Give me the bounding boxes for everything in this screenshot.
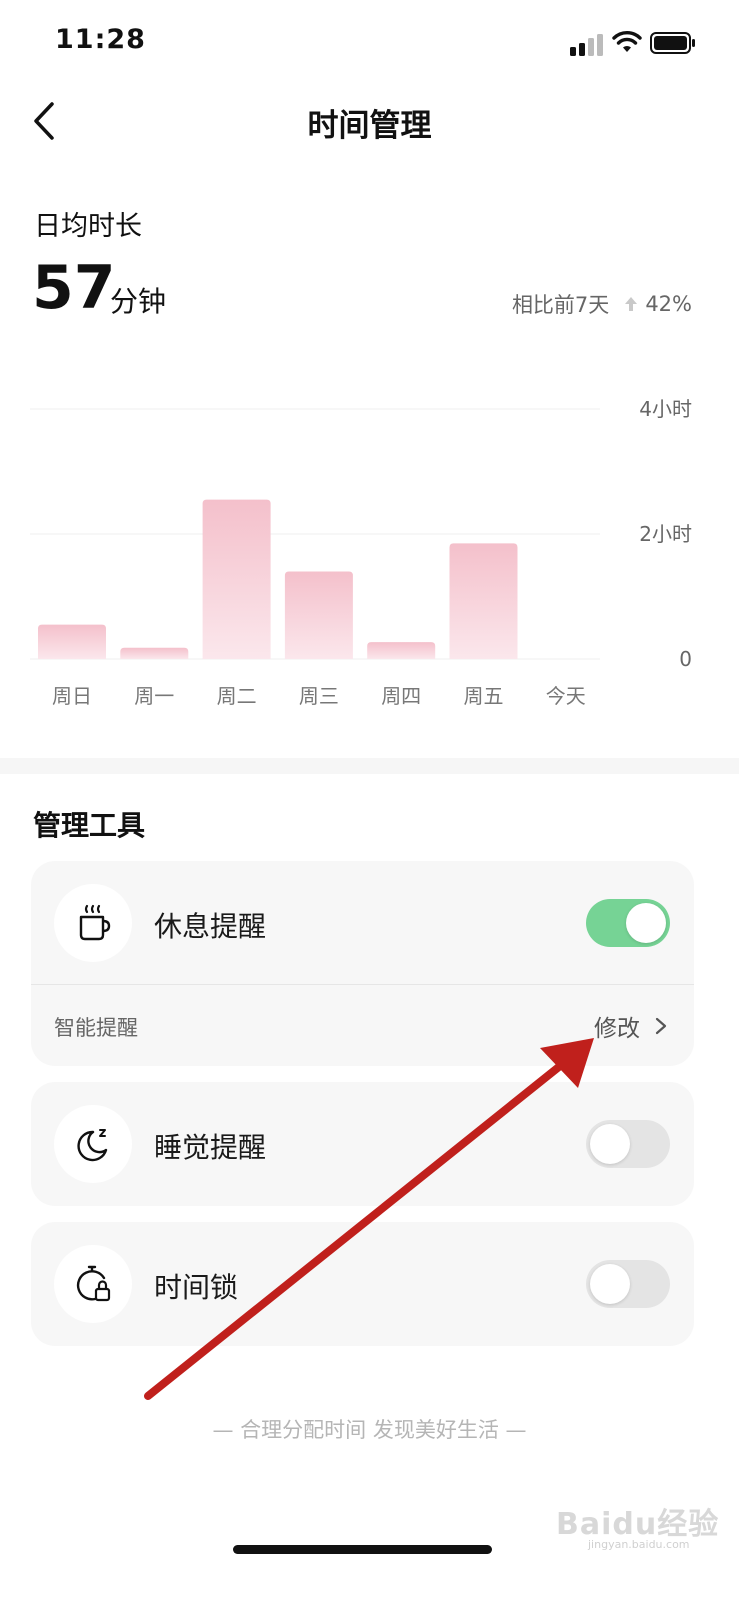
time-lock-card: 时间锁 (31, 1222, 694, 1346)
y-tick-label: 0 (679, 647, 692, 671)
sleep-reminder-icon-circle (54, 1105, 132, 1183)
x-tick-label: 周二 (217, 684, 257, 708)
rest-reminder-card: 休息提醒 智能提醒 修改 (31, 861, 694, 1066)
x-tick-label: 今天 (546, 684, 586, 708)
nav-bar: 时间管理 (0, 90, 739, 152)
bar-4 (367, 642, 436, 659)
modify-link[interactable]: 修改 (594, 1009, 668, 1043)
bar-1 (120, 647, 189, 659)
time-lock-toggle[interactable] (586, 1260, 670, 1308)
comparison: 相比前7天 42% (512, 289, 692, 319)
rest-reminder-icon-circle (54, 884, 132, 962)
rest-reminder-row: 休息提醒 (31, 861, 694, 985)
daily-average-unit: 分钟 (110, 285, 167, 318)
rest-reminder-toggle[interactable] (586, 899, 670, 947)
toggle-knob (590, 1264, 630, 1304)
comparison-label: 相比前7天 (511, 293, 610, 317)
x-tick-label: 周四 (381, 684, 421, 708)
toggle-knob (590, 1124, 630, 1164)
chevron-right-icon (655, 1017, 667, 1035)
modify-label: 修改 (594, 1016, 640, 1042)
time-lock-row: 时间锁 (31, 1222, 694, 1346)
x-tick-label: 周三 (299, 684, 339, 708)
timer-lock-icon (76, 1265, 111, 1302)
status-bar: 11:28 (0, 0, 739, 90)
bar-2 (202, 499, 271, 659)
bar-0 (38, 624, 106, 659)
time-lock-icon-circle (54, 1245, 132, 1323)
rest-reminder-label: 休息提醒 (154, 910, 267, 943)
toggle-knob (626, 903, 666, 943)
footer-slogan: — 合理分配时间 发现美好生活 — (212, 1418, 527, 1442)
status-time: 11:28 (55, 24, 146, 55)
page-title: 时间管理 (307, 108, 432, 144)
time-lock-label: 时间锁 (154, 1271, 239, 1304)
coffee-cup-icon (79, 904, 111, 941)
bar-5 (449, 543, 518, 659)
daily-average-label: 日均时长 (34, 211, 142, 242)
smart-reminder-row[interactable]: 智能提醒 修改 (31, 985, 694, 1066)
tools-section-title: 管理工具 (33, 809, 146, 842)
comparison-value: 42% (645, 292, 692, 316)
x-tick-label: 周一 (134, 684, 174, 708)
baidu-watermark-url: jingyan.baidu.com (588, 1538, 690, 1551)
sleep-reminder-row: 睡觉提醒 (31, 1082, 694, 1206)
y-tick-label: 2小时 (639, 522, 692, 546)
home-indicator[interactable] (233, 1545, 492, 1554)
sleep-reminder-card: 睡觉提醒 (31, 1082, 694, 1206)
sleep-reminder-label: 睡觉提醒 (154, 1131, 267, 1164)
section-divider (0, 758, 739, 774)
wifi-icon (612, 31, 642, 52)
usage-bar-chart: 4小时 2小时 0 周日 周一 周二 周三 周四 周五 今天 (30, 397, 692, 708)
bar-3 (284, 571, 353, 659)
arrow-up-icon (625, 297, 638, 311)
x-tick-label: 周日 (52, 684, 92, 708)
x-tick-label: 周五 (464, 684, 504, 708)
smart-reminder-label: 智能提醒 (54, 1016, 138, 1040)
battery-icon (650, 32, 695, 54)
cellular-signal-icon (570, 34, 603, 56)
daily-average-value: 57 (32, 253, 116, 323)
sleep-reminder-toggle[interactable] (586, 1120, 670, 1168)
moon-sleep-icon (77, 1129, 108, 1162)
y-tick-label: 4小时 (639, 397, 692, 421)
baidu-watermark: Baidu经验 (556, 1507, 720, 1542)
